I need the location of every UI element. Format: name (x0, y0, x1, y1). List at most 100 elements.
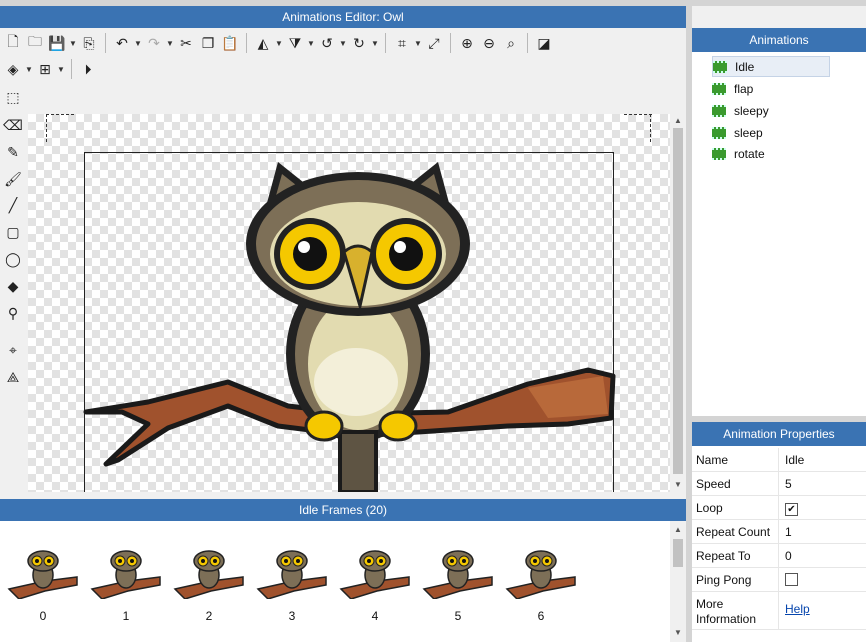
cut-icon[interactable]: ✂ (175, 32, 197, 54)
redo-icon[interactable]: ↷ (143, 32, 165, 54)
chevron-down-icon[interactable]: ▼ (133, 39, 143, 48)
frames-header: Idle Frames (20) (0, 499, 686, 521)
animations-list: Idle flap sleepy sleep rotate (692, 52, 866, 416)
toolbar-row-2: ◈ ▼ ⊞ ▼ ⏵ (2, 56, 99, 82)
rectangle-icon[interactable]: ▢ (2, 221, 24, 243)
animation-item-flap[interactable]: flap (712, 78, 830, 99)
repeat-to-field[interactable]: 0 (778, 544, 866, 567)
animation-item-rotate[interactable]: rotate (712, 143, 830, 164)
canvas-vertical-scrollbar[interactable]: ▲ ▼ (670, 114, 686, 492)
eraser-icon[interactable]: ⌫ (2, 114, 24, 136)
main-toolbar: 🗋 🗀 💾 ▼ ⎘ ↶ ▼ ↷ ▼ ✂ ❐ 📋 ◭ ▼ ⧩ ▼ ↺ ▼ ↻ ▼ … (0, 28, 686, 86)
copy-icon[interactable]: ❐ (197, 32, 219, 54)
drawing-canvas[interactable] (28, 114, 670, 492)
frames-vertical-scrollbar[interactable]: ▲ ▼ (670, 521, 686, 642)
paste-icon[interactable]: 📋 (219, 32, 241, 54)
chevron-down-icon[interactable]: ▼ (56, 65, 66, 74)
animation-label: Idle (735, 59, 755, 74)
pencil-icon[interactable]: ✎ (2, 141, 24, 163)
frame-thumbnail[interactable]: 0 (5, 539, 81, 627)
property-row-ping-pong: Ping Pong (692, 568, 866, 592)
line-icon[interactable]: ╱ (2, 194, 24, 216)
invert-icon[interactable]: ◪ (533, 32, 555, 54)
frame-number: 1 (122, 609, 130, 623)
animation-label: flap (734, 81, 754, 96)
owl-thumbnail (256, 550, 327, 600)
chevron-down-icon[interactable]: ▼ (165, 39, 175, 48)
frame-number: 3 (288, 609, 296, 623)
eyedropper-icon[interactable]: ⚲ (2, 302, 24, 324)
fill-icon[interactable]: ◆ (2, 275, 24, 297)
owl-thumbnail (339, 550, 410, 600)
chevron-down-icon[interactable]: ▼ (68, 39, 78, 48)
ping-pong-checkbox[interactable] (785, 573, 798, 586)
frame-number: 2 (205, 609, 213, 623)
chevron-down-icon[interactable]: ▼ (24, 65, 34, 74)
property-row-name: Name Idle (692, 448, 866, 472)
chevron-down-icon[interactable]: ▼ (306, 39, 316, 48)
scrollbar-thumb[interactable] (673, 539, 683, 567)
undo-icon[interactable]: ↶ (111, 32, 133, 54)
zoom-out-icon[interactable]: ⊖ (478, 32, 500, 54)
flip-vertical-icon[interactable]: ⧩ (284, 32, 306, 54)
rotate-right-icon[interactable]: ↻ (348, 32, 370, 54)
scroll-down-icon[interactable]: ▼ (670, 478, 686, 492)
help-cell: Help (778, 592, 866, 629)
scrollbar-thumb[interactable] (673, 128, 683, 474)
loop-checkbox[interactable]: ✔ (785, 503, 798, 516)
chevron-down-icon[interactable]: ▼ (338, 39, 348, 48)
chevron-down-icon[interactable]: ▼ (413, 39, 423, 48)
frame-thumbnail[interactable]: 4 (337, 539, 413, 627)
property-row-repeat-to: Repeat To 0 (692, 544, 866, 568)
frame-thumbnail[interactable]: 2 (171, 539, 247, 627)
flip-horizontal-icon[interactable]: ◭ (252, 32, 274, 54)
property-row-speed: Speed 5 (692, 472, 866, 496)
frame-thumbnail[interactable]: 5 (420, 539, 496, 627)
frame-number: 0 (39, 609, 47, 623)
frame-thumbnail[interactable]: 6 (503, 539, 579, 627)
layers-icon[interactable]: ◈ (2, 58, 24, 80)
owl-sprite (83, 162, 616, 492)
save-icon[interactable]: 💾 (46, 32, 68, 54)
animation-label: rotate (734, 146, 765, 161)
resize-icon[interactable]: ⤢ (423, 32, 445, 54)
rotate-left-icon[interactable]: ↺ (316, 32, 338, 54)
origin-icon[interactable]: ⌖ (2, 339, 24, 361)
animation-item-sleepy[interactable]: sleepy (712, 100, 830, 121)
repeat-count-field[interactable]: 1 (778, 520, 866, 543)
help-link[interactable]: Help (785, 602, 810, 616)
zoom-in-icon[interactable]: ⊕ (456, 32, 478, 54)
property-key: More Information (696, 597, 757, 626)
play-icon[interactable]: ⏵ (77, 58, 99, 80)
frame-thumbnail[interactable]: 3 (254, 539, 330, 627)
property-key: Loop (696, 501, 723, 515)
property-key: Speed (696, 477, 731, 491)
toolbar-separator (246, 33, 247, 53)
animation-item-idle[interactable]: Idle (712, 56, 830, 77)
grid-icon[interactable]: ⊞ (34, 58, 56, 80)
chevron-down-icon[interactable]: ▼ (370, 39, 380, 48)
export-icon[interactable]: ⎘ (78, 32, 100, 54)
toolbar-separator (385, 33, 386, 53)
frame-thumbnail[interactable]: 1 (88, 539, 164, 627)
select-icon[interactable]: ⬚ (2, 86, 24, 108)
name-field[interactable]: Idle (778, 448, 866, 471)
zoom-fit-icon[interactable]: ⌕ (500, 32, 522, 54)
animation-item-sleep[interactable]: sleep (712, 122, 830, 143)
toolbar-separator (71, 59, 72, 79)
bone-icon[interactable]: ⟁ (2, 366, 24, 388)
animation-label: sleep (734, 125, 763, 140)
scroll-down-icon[interactable]: ▼ (670, 626, 686, 640)
open-folder-icon[interactable]: 🗀 (24, 32, 46, 54)
ellipse-icon[interactable]: ◯ (2, 248, 24, 270)
speed-field[interactable]: 5 (778, 472, 866, 495)
brush-icon[interactable]: 🖌 (2, 168, 24, 190)
scroll-up-icon[interactable]: ▲ (670, 114, 686, 128)
crop-icon[interactable]: ⌗ (391, 32, 413, 54)
owl-thumbnail (173, 550, 244, 600)
scroll-up-icon[interactable]: ▲ (670, 523, 686, 537)
chevron-down-icon[interactable]: ▼ (274, 39, 284, 48)
new-file-icon[interactable]: 🗋 (2, 32, 24, 54)
frame-number: 5 (454, 609, 462, 623)
film-icon (712, 82, 726, 95)
